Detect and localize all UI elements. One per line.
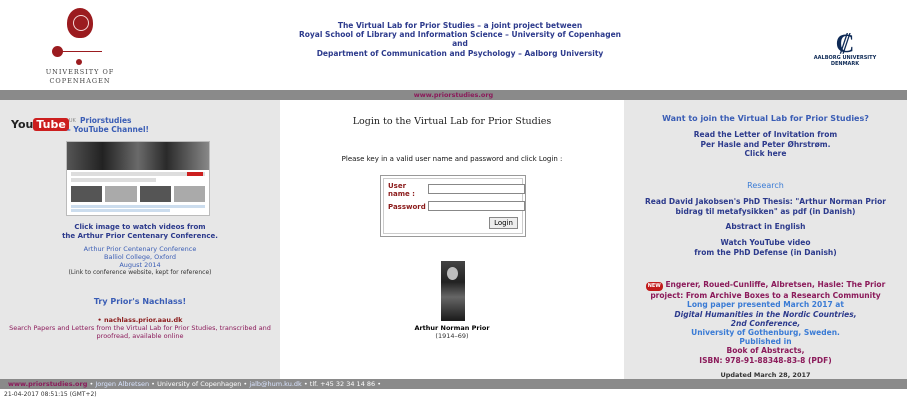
ku-logo-text-2: COPENHAGEN xyxy=(49,77,111,85)
conference-note: (Link to conference website, kept for re… xyxy=(68,269,212,276)
thumb-caption xyxy=(71,209,171,212)
youtube-channel-link[interactable]: Priorstudies – YouTube Channel! xyxy=(67,116,149,134)
abstract-link[interactable]: Abstract in English xyxy=(624,222,907,232)
top-bar: www.priorstudies.org xyxy=(0,90,907,100)
footer-phone: tlf. +45 32 34 14 86 xyxy=(309,380,376,388)
join-heading: Want to join the Virtual Lab for Prior S… xyxy=(662,114,869,123)
phd-defense-video-link[interactable]: Watch YouTube video from the PhD Defense… xyxy=(624,238,907,257)
footer-bar: www.priorstudies.org • Jorgen Albretsen … xyxy=(0,379,907,389)
video-line: Watch YouTube video xyxy=(720,238,811,247)
research-heading: Research xyxy=(747,181,784,190)
nachlass-link[interactable]: • nachlass.prior.aau.dk xyxy=(0,316,280,324)
paper-venue-line: Long paper presented March 2017 at xyxy=(687,300,844,310)
paper-venue-line: University of Gothenburg, Sweden. xyxy=(691,328,840,338)
prior-years: (1914–69) xyxy=(435,332,469,340)
thumb-bar xyxy=(71,172,205,176)
paper-venue-line: Published in xyxy=(739,337,792,347)
page-title: The Virtual Lab for Prior Studies – a jo… xyxy=(270,21,650,58)
left-column: You Tube UK Priorstudies – YouTube Channel… xyxy=(0,100,280,379)
yt-tube-text: Tube xyxy=(33,118,69,131)
nachlass-description: Search Papers and Letters from the Virtu… xyxy=(0,324,280,340)
letter-line: Click here xyxy=(744,149,787,158)
invitation-letter-link[interactable]: Read the Letter of Invitation from Per H… xyxy=(624,130,907,159)
paper-isbn-line: ISBN: 978-91-88348-83-8 (PDF) xyxy=(699,355,832,365)
updated-date: Updated March 28, 2017 xyxy=(720,371,811,379)
password-label: Password : xyxy=(388,203,431,211)
aau-wave-icon: ₡ xyxy=(835,29,855,59)
thumbnail-caption: Click image to watch videos from the Art… xyxy=(0,223,280,240)
title-line: The Virtual Lab for Prior Studies – a jo… xyxy=(337,21,583,30)
timestamp: 21-04-2017 08:51:15 (GMT+2) xyxy=(4,391,97,398)
ku-seal-icon xyxy=(67,8,93,38)
login-intro: Please key in a valid user name and pass… xyxy=(341,155,563,163)
paper-title-line: project: From Archive Boxes to a Researc… xyxy=(650,291,881,301)
thumb-caption xyxy=(71,205,205,208)
yt-title-line1: Priorstudies xyxy=(80,116,132,125)
login-title: Login to the Virtual Lab for Prior Studi… xyxy=(352,116,552,127)
yt-you-text: You xyxy=(11,118,34,131)
nachlass-desc-line: proofread, available online xyxy=(96,332,184,340)
thumb-subscribe xyxy=(187,172,203,176)
conf-line: Balliol College, Oxford xyxy=(103,253,176,261)
footer-sep: • xyxy=(149,380,158,388)
site-link[interactable]: www.priorstudies.org xyxy=(414,91,493,99)
title-line: Royal School of Library and Information … xyxy=(298,30,621,40)
letter-line: Read the Letter of Invitation from xyxy=(693,130,838,139)
footer-name-link[interactable]: Jorgen Albretsen xyxy=(95,380,149,388)
conference-link[interactable]: Arthur Prior Centenary Conference Ballio… xyxy=(0,245,280,269)
user-label-line: name : xyxy=(388,190,415,198)
title-line: and xyxy=(452,39,468,49)
caption-line: the Arthur Prior Centenary Conference. xyxy=(62,231,218,240)
page-header: UNIVERSITY OF COPENHAGEN The Virtual Lab… xyxy=(0,0,907,90)
paper-pub-line: Book of Abstracts, xyxy=(726,346,805,356)
paper-announcement[interactable]: NEW Engerer, Roued-Cunliffe, Albretsen, … xyxy=(624,280,907,365)
prior-name: Arthur Norman Prior xyxy=(414,324,490,332)
footer-email-link[interactable]: jalb@hum.ku.dk xyxy=(249,380,302,388)
user-label-line: User xyxy=(388,182,407,190)
nachlass-heading: Try Prior's Nachlass! xyxy=(93,297,187,306)
title-line: Department of Communication and Psycholo… xyxy=(316,48,604,58)
letter-line: Per Hasle and Peter Øhrstrøm. xyxy=(700,139,831,149)
right-column: Want to join the Virtual Lab for Prior S… xyxy=(624,100,907,379)
conf-line: August 2014 xyxy=(119,261,161,269)
paper-venue-line: 2nd Conference, xyxy=(730,318,801,328)
thumb-row xyxy=(67,184,209,204)
footer-sep: • xyxy=(301,380,310,388)
login-form: User name : Password : Login xyxy=(380,175,526,237)
thumb-bar xyxy=(71,178,157,182)
user-name-label: User name : xyxy=(388,182,415,198)
arthur-prior-photo xyxy=(441,261,465,321)
caption-line: Click image to watch videos from xyxy=(74,223,206,231)
conf-line: Arthur Prior Centenary Conference xyxy=(83,245,197,253)
middle-column: Login to the Virtual Lab for Prior Studi… xyxy=(280,100,624,379)
aau-logo-text-2: DENMARK xyxy=(830,61,860,67)
ku-logo-text-1: UNIVERSITY OF xyxy=(45,68,115,76)
university-of-copenhagen-logo[interactable]: UNIVERSITY OF COPENHAGEN xyxy=(40,8,120,86)
footer-site-link[interactable]: www.priorstudies.org xyxy=(8,380,87,388)
login-form-inner: User name : Password : Login xyxy=(383,178,525,234)
nachlass-desc-line: Search Papers and Letters from the Virtu… xyxy=(9,324,271,332)
thesis-line: Read David Jakobsen's PhD Thesis: "Arthu… xyxy=(645,197,886,206)
thumb-banner xyxy=(67,142,209,170)
yt-title-line2: – YouTube Channel! xyxy=(67,125,149,134)
phd-thesis-link[interactable]: Read David Jakobsen's PhD Thesis: "Arthu… xyxy=(624,197,907,216)
aalborg-university-logo[interactable]: ₡ AALBORG UNIVERSITY DENMARK xyxy=(800,29,890,67)
video-thumbnail[interactable] xyxy=(66,141,210,216)
footer-sep: • xyxy=(375,380,382,388)
password-input[interactable] xyxy=(428,201,525,211)
paper-title-line: Engerer, Roued-Cunliffe, Albretsen, Hasl… xyxy=(665,280,886,289)
video-line: from the PhD Defense (in Danish) xyxy=(694,247,837,257)
thesis-line: bidrag til metafysikken" as pdf (in Dani… xyxy=(675,206,856,216)
paper-venue-line: Digital Humanities in the Nordic Countri… xyxy=(674,309,857,319)
user-name-input[interactable] xyxy=(428,184,525,194)
login-button[interactable]: Login xyxy=(489,217,518,229)
new-badge-icon: NEW xyxy=(645,282,663,292)
footer-university: University of Copenhagen xyxy=(157,380,242,388)
ku-dots-icon xyxy=(40,46,120,68)
